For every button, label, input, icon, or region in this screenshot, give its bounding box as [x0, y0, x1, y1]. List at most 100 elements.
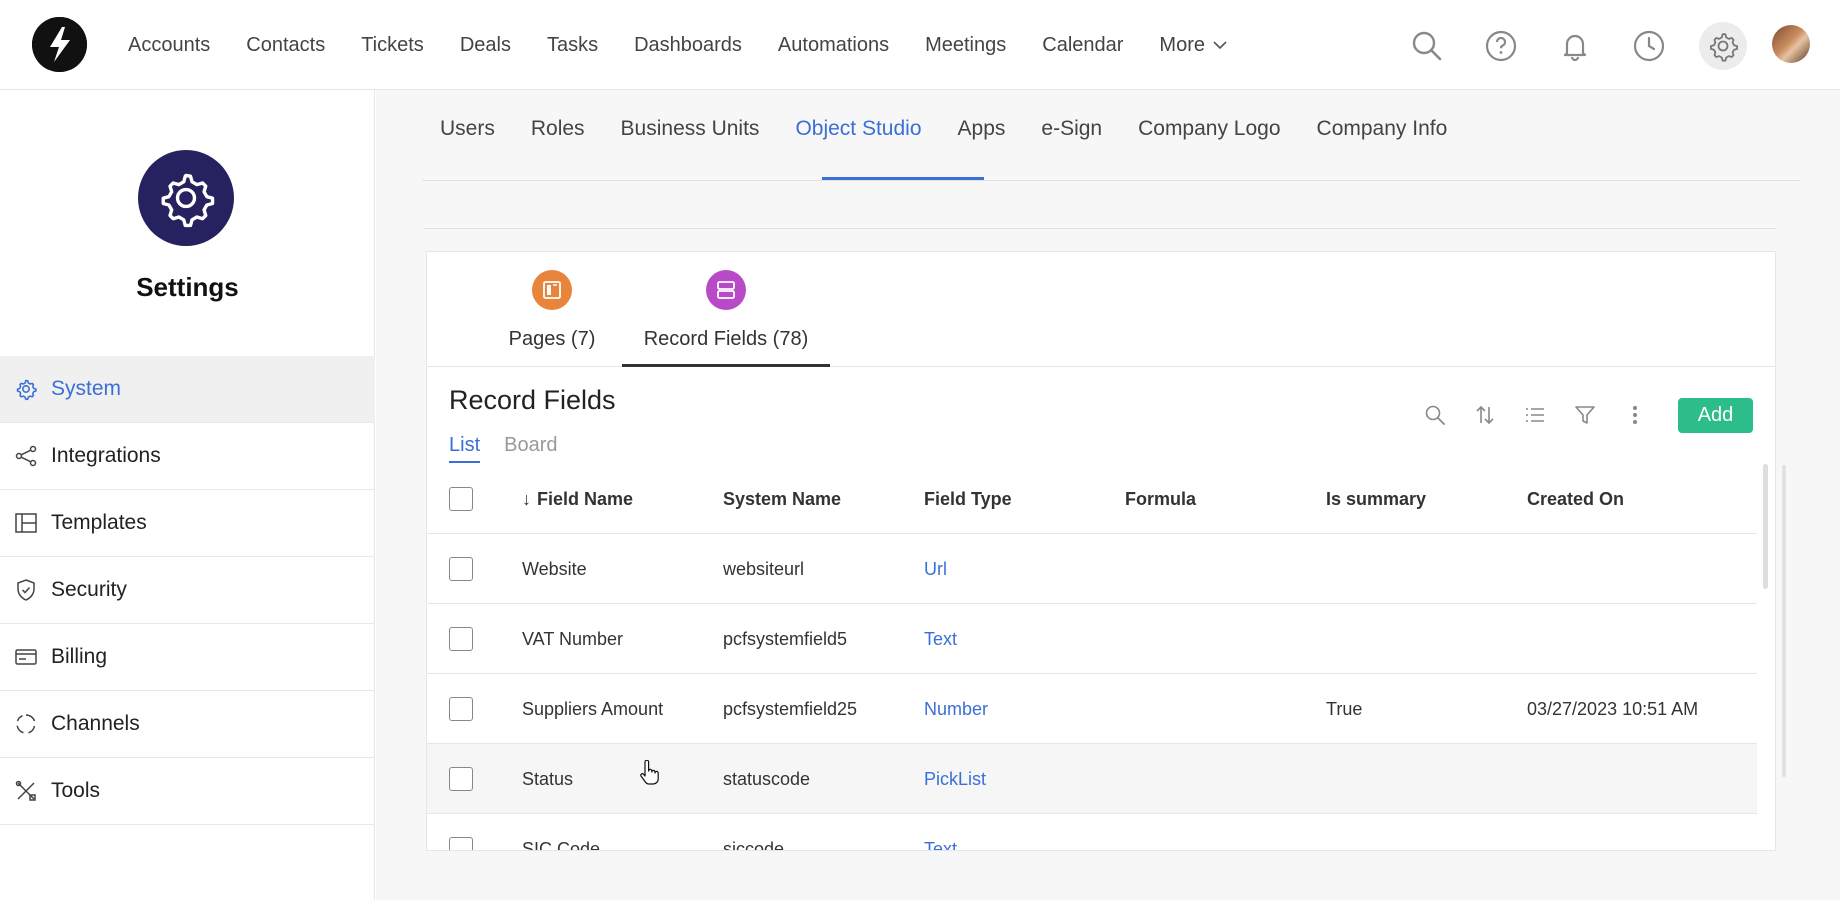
settings-tabs: Users Roles Business Units Object Studio… [422, 90, 1800, 181]
column-header-formula[interactable]: Formula [1125, 464, 1196, 534]
sidebar-item-label: Templates [51, 511, 147, 534]
tab-company-info[interactable]: Company Info [1299, 83, 1466, 174]
recent-activity-button[interactable] [1625, 22, 1673, 70]
gear-icon [1710, 33, 1738, 62]
nav-contacts[interactable]: Contacts [246, 34, 325, 57]
cell-field-type[interactable]: PickList [924, 744, 986, 814]
cell-is-summary: True [1326, 698, 1363, 719]
cell-field-type[interactable]: Number [924, 674, 988, 744]
row-checkbox[interactable] [449, 557, 473, 581]
row-checkbox[interactable] [449, 837, 473, 850]
filter-button[interactable] [1560, 397, 1610, 433]
subtab-pages-label: Pages (7) [508, 328, 596, 350]
channels-icon [14, 712, 38, 736]
cell-system-name: pcfsystemfield25 [723, 698, 858, 719]
cell-field-type[interactable]: Url [924, 534, 947, 604]
cell-field-type[interactable]: Text [924, 814, 957, 851]
nav-accounts[interactable]: Accounts [128, 34, 210, 57]
search-icon [1425, 405, 1445, 425]
sidebar-item-templates[interactable]: Templates [0, 490, 375, 557]
row-checkbox[interactable] [449, 767, 473, 791]
more-options-button[interactable] [1610, 397, 1660, 433]
sidebar-item-label: Billing [51, 645, 108, 668]
add-button[interactable]: Add [1678, 397, 1753, 433]
sidebar-item-label: Channels [51, 712, 140, 735]
cell-field-name: Suppliers Amount [522, 698, 664, 719]
nav-deals[interactable]: Deals [460, 34, 511, 57]
gear-icon [14, 377, 38, 401]
user-avatar[interactable] [1772, 25, 1810, 63]
subtab-record-fields-label: Record Fields (78) [643, 328, 809, 350]
notifications-button[interactable] [1551, 22, 1599, 70]
nav-calendar[interactable]: Calendar [1042, 34, 1123, 57]
cell-system-name: pcfsystemfield5 [723, 628, 848, 649]
nav-automations[interactable]: Automations [778, 34, 889, 57]
tab-apps[interactable]: Apps [940, 83, 1024, 174]
settings-sidebar: Settings System Integrations Templates S… [0, 90, 375, 900]
layout-icon [14, 511, 38, 535]
nav-tasks[interactable]: Tasks [547, 34, 598, 57]
table-header-row: ↓ Field Name System Name Field Type Formu… [427, 464, 1757, 534]
nav-dashboards[interactable]: Dashboards [634, 34, 742, 57]
tab-business-units[interactable]: Business Units [603, 83, 778, 174]
tab-object-studio[interactable]: Object Studio [777, 83, 939, 174]
tools-icon [14, 779, 38, 803]
clock-icon [1633, 30, 1665, 62]
cell-field-name: Website [522, 558, 587, 579]
sidebar-item-channels[interactable]: Channels [0, 691, 375, 758]
settings-button[interactable] [1699, 22, 1747, 70]
column-header-created-on[interactable]: Created On [1527, 464, 1624, 534]
column-header-is-summary[interactable]: Is summary [1326, 464, 1426, 534]
share-icon [14, 444, 38, 468]
nav-tickets[interactable]: Tickets [361, 34, 424, 57]
pages-icon [532, 270, 572, 310]
tab-users[interactable]: Users [422, 83, 513, 174]
subtab-pages[interactable]: Pages (7) [477, 252, 627, 367]
sidebar-item-billing[interactable]: Billing [0, 624, 375, 691]
nav-more-dropdown[interactable]: More [1159, 34, 1229, 57]
tab-company-logo[interactable]: Company Logo [1120, 83, 1298, 174]
nav-meetings[interactable]: Meetings [925, 34, 1006, 57]
subtab-record-fields[interactable]: Record Fields (78) [622, 252, 830, 367]
row-checkbox[interactable] [449, 697, 473, 721]
table-row[interactable]: VAT Number pcfsystemfield5 Text [427, 604, 1757, 674]
sort-button[interactable] [1460, 397, 1510, 433]
view-board-tab[interactable]: Board [504, 434, 557, 463]
object-studio-panel: Pages (7) Record Fields (78) Record Fiel… [426, 251, 1776, 851]
sort-icon [1476, 405, 1494, 425]
column-header-field-name[interactable]: ↓ Field Name [522, 464, 633, 534]
sidebar-item-integrations[interactable]: Integrations [0, 423, 375, 490]
cell-created-on: 03/27/2023 10:51 AM [1527, 698, 1699, 719]
cell-system-name: websiteurl [723, 558, 805, 579]
cell-field-name: VAT Number [522, 628, 624, 649]
sidebar-item-tools[interactable]: Tools [0, 758, 375, 825]
panel-scrollbar[interactable] [1782, 465, 1786, 777]
sidebar-item-security[interactable]: Security [0, 557, 375, 624]
table-row[interactable]: Website websiteurl Url [427, 534, 1757, 604]
select-all-checkbox[interactable] [449, 487, 473, 511]
table-row[interactable]: SIC Code siccode Text [427, 814, 1757, 851]
columns-button[interactable] [1510, 397, 1560, 433]
column-header-field-type[interactable]: Field Type [924, 464, 1012, 534]
search-button[interactable] [1403, 22, 1451, 70]
main-nav: Accounts Contacts Tickets Deals Tasks Da… [110, 0, 1247, 90]
table-search-button[interactable] [1410, 397, 1460, 433]
sidebar-item-label: Integrations [51, 444, 161, 467]
top-navigation-bar: Accounts Contacts Tickets Deals Tasks Da… [0, 0, 1840, 90]
table-row[interactable]: Status statuscode PickList [427, 744, 1757, 814]
view-list-tab[interactable]: List [449, 434, 481, 463]
view-switcher: List Board [449, 434, 582, 463]
active-tab-indicator [822, 177, 984, 180]
tab-roles[interactable]: Roles [513, 83, 603, 174]
tab-e-sign[interactable]: e-Sign [1023, 83, 1120, 174]
row-checkbox[interactable] [449, 627, 473, 651]
cell-field-type[interactable]: Text [924, 604, 957, 674]
help-button[interactable] [1477, 22, 1525, 70]
app-logo[interactable] [32, 17, 87, 72]
table-row[interactable]: Suppliers Amount pcfsystemfield25 Number… [427, 674, 1757, 744]
table-scrollbar[interactable] [1763, 464, 1768, 589]
sidebar-item-system[interactable]: System [0, 356, 375, 423]
divider [424, 228, 1776, 229]
cell-system-name: statuscode [723, 768, 811, 789]
column-header-system-name[interactable]: System Name [723, 464, 841, 534]
